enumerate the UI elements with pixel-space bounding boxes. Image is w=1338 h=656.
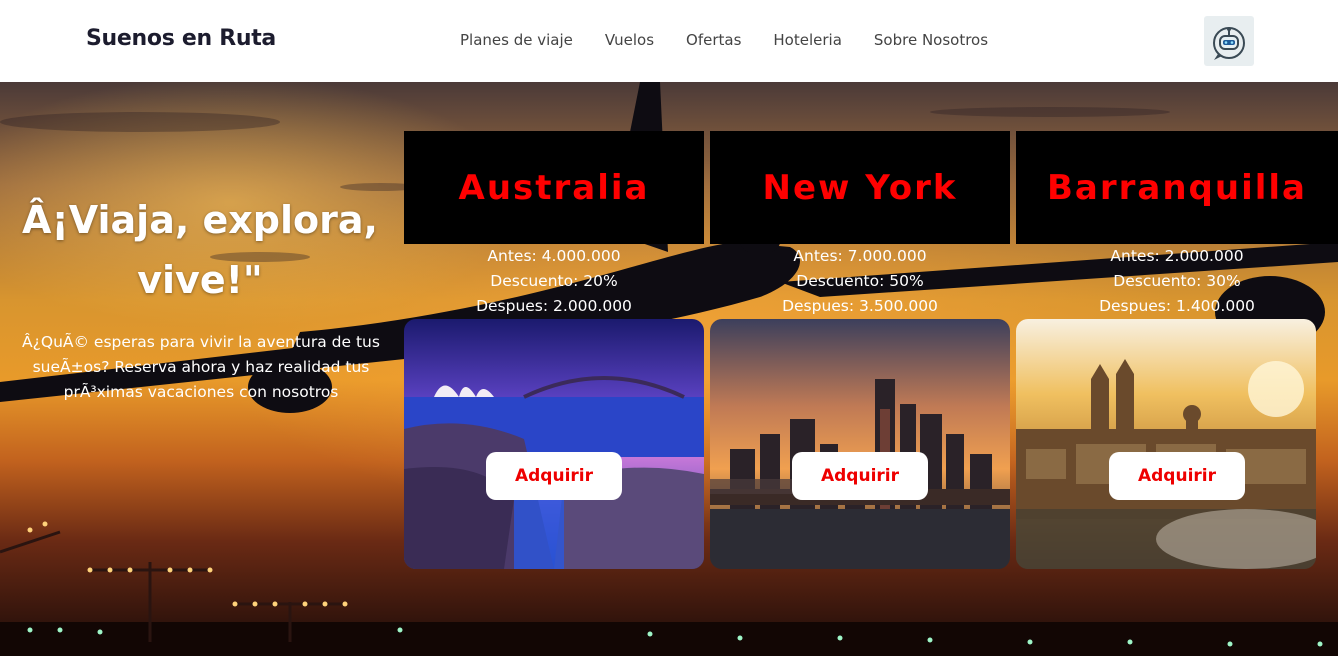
- hero-headline-line2: vive!": [137, 258, 263, 302]
- buy-button-australia[interactable]: Adquirir: [486, 452, 622, 500]
- nav-vuelos[interactable]: Vuelos: [605, 31, 654, 49]
- nav-hoteleria[interactable]: Hoteleria: [773, 31, 842, 49]
- buy-button-barranquilla[interactable]: Adquirir: [1109, 452, 1245, 500]
- offer-title: Australia: [458, 167, 650, 208]
- offer-card-new-york: New York Antes: 7.000.000 Descuento: 50%…: [710, 131, 1010, 569]
- offer-image-new-york: [710, 319, 1010, 569]
- offer-title-box: New York: [710, 131, 1010, 244]
- offer-prices: Antes: 4.000.000 Descuento: 20% Despues:…: [404, 244, 704, 319]
- price-after: Despues: 1.400.000: [1099, 297, 1255, 315]
- price-before: Antes: 2.000.000: [1110, 247, 1244, 265]
- price-discount: Descuento: 30%: [1113, 272, 1241, 290]
- navbar: Suenos en Ruta Planes de viaje Vuelos Of…: [0, 0, 1338, 82]
- offer-card-australia: Australia Antes: 4.000.000 Descuento: 20…: [404, 131, 704, 569]
- hero-headline-line1: Â¡Viaja, explora,: [22, 198, 378, 242]
- robot-chat-icon[interactable]: [1204, 16, 1254, 66]
- price-after: Despues: 2.000.000: [476, 297, 632, 315]
- offer-prices: Antes: 7.000.000 Descuento: 50% Despues:…: [710, 244, 1010, 319]
- buy-button-new-york[interactable]: Adquirir: [792, 452, 928, 500]
- nav-sobre-nosotros[interactable]: Sobre Nosotros: [874, 31, 988, 49]
- price-before: Antes: 4.000.000: [487, 247, 621, 265]
- offer-title: Barranquilla: [1047, 167, 1307, 208]
- offer-card-barranquilla: Barranquilla Antes: 2.000.000 Descuento:…: [1016, 131, 1338, 569]
- nav-ofertas[interactable]: Ofertas: [686, 31, 741, 49]
- price-after: Despues: 3.500.000: [782, 297, 938, 315]
- offer-image-australia: [404, 319, 704, 569]
- offer-title-box: Barranquilla: [1016, 131, 1338, 244]
- offer-image-barranquilla: [1016, 319, 1316, 569]
- offer-prices: Antes: 2.000.000 Descuento: 30% Despues:…: [1016, 244, 1338, 319]
- offer-title: New York: [762, 167, 958, 208]
- offer-title-box: Australia: [404, 131, 704, 244]
- hero-subtext: Â¿QuÃ© esperas para vivir la aventura de…: [22, 333, 380, 401]
- price-discount: Descuento: 20%: [490, 272, 618, 290]
- price-discount: Descuento: 50%: [796, 272, 924, 290]
- hero-headline: Â¡Viaja, explora, vive!": [0, 190, 400, 310]
- brand-logo-text[interactable]: Suenos en Ruta: [86, 26, 276, 51]
- nav-planes-de-viaje[interactable]: Planes de viaje: [460, 31, 573, 49]
- main-nav: Planes de viaje Vuelos Ofertas Hoteleria…: [460, 31, 988, 49]
- price-before: Antes: 7.000.000: [793, 247, 927, 265]
